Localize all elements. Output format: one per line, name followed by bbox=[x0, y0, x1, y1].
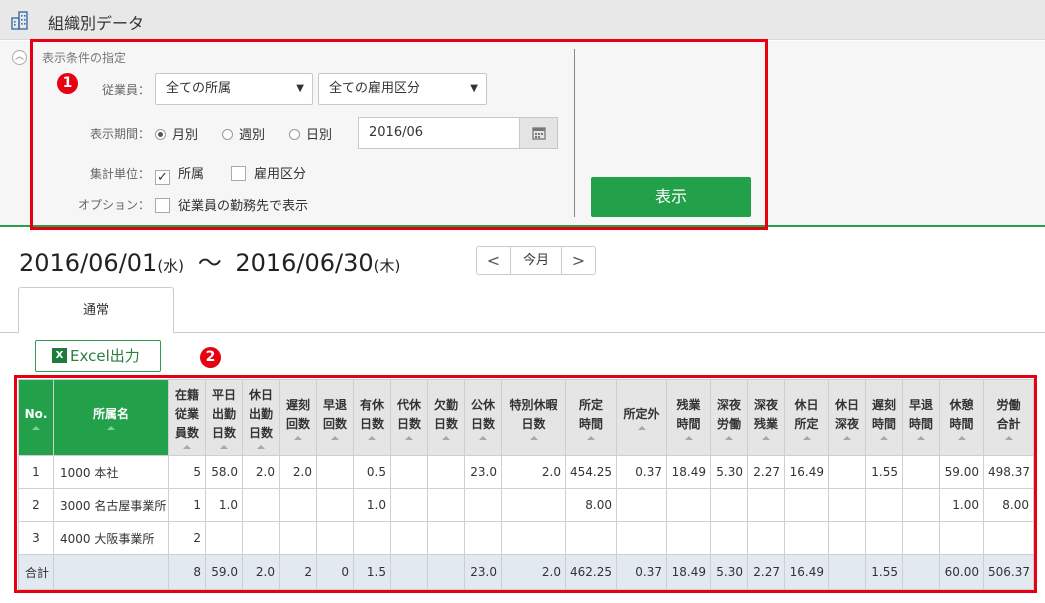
chevron-up-icon[interactable]: ︿ bbox=[12, 50, 27, 65]
next-button[interactable]: > bbox=[562, 247, 595, 274]
title-bar: 組織別データ bbox=[0, 0, 1045, 40]
tab-normal[interactable]: 通常 bbox=[18, 287, 174, 333]
building-icon bbox=[11, 11, 28, 30]
highlight-box-conditions bbox=[30, 39, 768, 230]
chevron-right-icon: > bbox=[571, 251, 586, 270]
excel-icon: X bbox=[52, 348, 67, 363]
date-range: 2016/06/01(水) 〜 2016/06/30(木) bbox=[19, 249, 401, 277]
period-navigation: < 今月 > bbox=[476, 246, 596, 275]
highlight-box-table bbox=[14, 375, 1037, 593]
page-title: 組織別データ bbox=[48, 14, 145, 33]
badge-2: 2 bbox=[200, 347, 221, 368]
this-month-button[interactable]: 今月 bbox=[510, 247, 562, 274]
chevron-left-icon: < bbox=[486, 251, 501, 270]
prev-button[interactable]: < bbox=[477, 247, 510, 274]
excel-export-button[interactable]: X Excel出力 bbox=[35, 340, 161, 372]
badge-1: 1 bbox=[57, 73, 78, 94]
